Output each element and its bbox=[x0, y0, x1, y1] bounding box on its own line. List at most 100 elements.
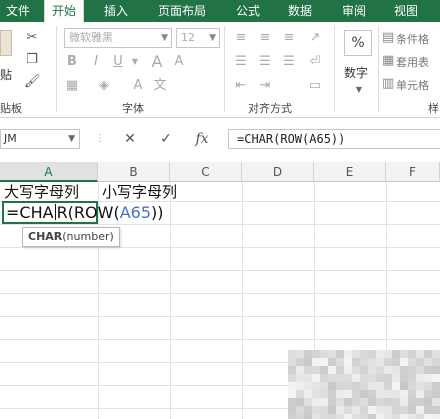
conditional-format-button[interactable]: 条件格 bbox=[396, 31, 429, 47]
paste-button-label[interactable]: 贴 bbox=[0, 66, 12, 83]
align-center-icon[interactable]: ☰ bbox=[256, 54, 274, 70]
mosaic-pixel bbox=[296, 406, 304, 414]
cell-a1[interactable]: 大写字母列 bbox=[4, 181, 79, 202]
mosaic-pixel bbox=[408, 374, 416, 382]
copy-icon[interactable]: ❐ bbox=[24, 52, 40, 68]
mosaic-pixel bbox=[392, 374, 400, 382]
function-tooltip[interactable]: CHAR(number) bbox=[22, 227, 120, 247]
mosaic-pixel bbox=[312, 374, 320, 382]
mosaic-pixel bbox=[432, 382, 440, 390]
tab-page-layout[interactable]: 页面布局 bbox=[148, 0, 216, 22]
align-middle-icon[interactable]: ≡ bbox=[256, 30, 274, 46]
phonetic-icon[interactable]: 文 bbox=[152, 78, 168, 94]
align-bottom-icon[interactable]: ≡ bbox=[280, 30, 298, 46]
name-box[interactable]: JM ▼ bbox=[0, 129, 80, 149]
column-header-a[interactable]: A bbox=[0, 162, 98, 182]
italic-icon[interactable]: I bbox=[88, 54, 104, 70]
mosaic-pixel bbox=[312, 350, 320, 358]
mosaic-pixel bbox=[408, 398, 416, 406]
edit-text-middle: R(ROW( bbox=[56, 203, 120, 222]
mosaic-pixel bbox=[360, 398, 368, 406]
column-header-f[interactable]: F bbox=[386, 162, 440, 182]
mosaic-pixel bbox=[296, 358, 304, 366]
chevron-down-icon[interactable]: ▼ bbox=[130, 54, 140, 70]
mosaic-pixel bbox=[352, 374, 360, 382]
column-header-d[interactable]: D bbox=[242, 162, 314, 182]
mosaic-pixel bbox=[400, 358, 408, 366]
mosaic-pixel bbox=[296, 414, 304, 419]
mosaic-pixel bbox=[304, 350, 312, 358]
grid-line bbox=[0, 339, 440, 340]
cut-icon[interactable]: ✂ bbox=[24, 30, 40, 46]
formula-input[interactable]: =CHAR(ROW(A65)) bbox=[228, 129, 440, 149]
cancel-button[interactable]: ✕ bbox=[118, 129, 142, 149]
mosaic-pixel bbox=[432, 390, 440, 398]
orientation-icon[interactable]: ↗ bbox=[306, 30, 324, 46]
merge-cells-icon[interactable]: ▭ bbox=[306, 78, 324, 94]
mosaic-pixel bbox=[352, 366, 360, 374]
tab-insert[interactable]: 插入 bbox=[96, 0, 136, 22]
align-right-icon[interactable]: ☰ bbox=[280, 54, 298, 70]
format-as-table-button[interactable]: 套用表 bbox=[396, 54, 429, 70]
font-size-combo[interactable]: 12 ▼ bbox=[176, 28, 220, 48]
name-box-value: JM bbox=[4, 132, 17, 145]
decrease-indent-icon[interactable]: ⇤ bbox=[232, 78, 250, 94]
number-format-icon[interactable]: % bbox=[344, 30, 372, 56]
tab-formulas[interactable]: 公式 bbox=[228, 0, 268, 22]
grid-line bbox=[0, 224, 440, 225]
mosaic-pixel bbox=[400, 398, 408, 406]
tab-view[interactable]: 视图 bbox=[386, 0, 426, 22]
mosaic-pixel bbox=[320, 358, 328, 366]
align-top-icon[interactable]: ≡ bbox=[232, 30, 250, 46]
mosaic-pixel bbox=[312, 390, 320, 398]
mosaic-pixel bbox=[336, 382, 344, 390]
format-painter-icon[interactable]: 🖌 bbox=[24, 74, 41, 90]
mosaic-pixel bbox=[392, 382, 400, 390]
fill-color-icon[interactable]: ◈ bbox=[96, 78, 112, 94]
format-as-table-icon: ▦ bbox=[382, 53, 395, 68]
cell-b1[interactable]: 小写字母列 bbox=[102, 181, 177, 202]
mosaic-pixel bbox=[312, 382, 320, 390]
mosaic-pixel bbox=[408, 414, 416, 419]
font-color-icon[interactable]: A bbox=[130, 78, 146, 94]
mosaic-pixel bbox=[432, 374, 440, 382]
tab-data[interactable]: 数据 bbox=[280, 0, 320, 22]
formula-bar: JM ▼ ⋮ ✕ ✓ fx =CHAR(ROW(A65)) bbox=[0, 118, 440, 158]
column-header-b[interactable]: B bbox=[98, 162, 170, 182]
mosaic-pixel bbox=[336, 366, 344, 374]
paste-icon[interactable] bbox=[0, 30, 12, 56]
column-header-e[interactable]: E bbox=[314, 162, 386, 182]
mosaic-pixel bbox=[416, 398, 424, 406]
mosaic-pixel bbox=[384, 390, 392, 398]
mosaic-pixel bbox=[392, 350, 400, 358]
number-format-button-label[interactable]: 数字 bbox=[344, 64, 368, 81]
group-divider bbox=[378, 26, 379, 112]
enter-button[interactable]: ✓ bbox=[154, 129, 178, 149]
font-grow-icon[interactable]: A bbox=[148, 54, 166, 70]
mosaic-pixel bbox=[344, 398, 352, 406]
align-left-icon[interactable]: ☰ bbox=[232, 54, 250, 70]
column-header-c[interactable]: C bbox=[170, 162, 242, 182]
mosaic-pixel bbox=[336, 414, 344, 419]
increase-indent-icon[interactable]: ⇥ bbox=[256, 78, 274, 94]
bold-icon[interactable]: B bbox=[64, 54, 80, 70]
font-name-combo[interactable]: 微软雅黑 ▼ bbox=[64, 28, 172, 48]
tab-file[interactable]: 文件 bbox=[0, 0, 36, 22]
mosaic-pixel bbox=[320, 350, 328, 358]
font-shrink-icon[interactable]: A bbox=[170, 54, 188, 70]
mosaic-pixel bbox=[392, 398, 400, 406]
clipboard-group-label: 贴板 bbox=[0, 102, 22, 115]
mosaic-pixel bbox=[304, 390, 312, 398]
cell-styles-button[interactable]: 单元格 bbox=[396, 77, 429, 93]
tab-home[interactable]: 开始 bbox=[44, 0, 84, 22]
mosaic-pixel bbox=[432, 406, 440, 414]
mosaic-pixel bbox=[392, 366, 400, 374]
wrap-text-icon[interactable]: ⏎ bbox=[306, 54, 324, 70]
group-divider bbox=[224, 26, 225, 112]
cell-a2-edit-text[interactable]: =CHA R(ROW(A65)) bbox=[6, 203, 164, 222]
insert-function-button[interactable]: fx bbox=[190, 129, 214, 149]
tab-review[interactable]: 审阅 bbox=[334, 0, 374, 22]
underline-icon[interactable]: U bbox=[110, 54, 126, 70]
border-icon[interactable]: ▦ bbox=[64, 78, 80, 94]
tooltip-function-name[interactable]: CHAR bbox=[28, 230, 62, 243]
